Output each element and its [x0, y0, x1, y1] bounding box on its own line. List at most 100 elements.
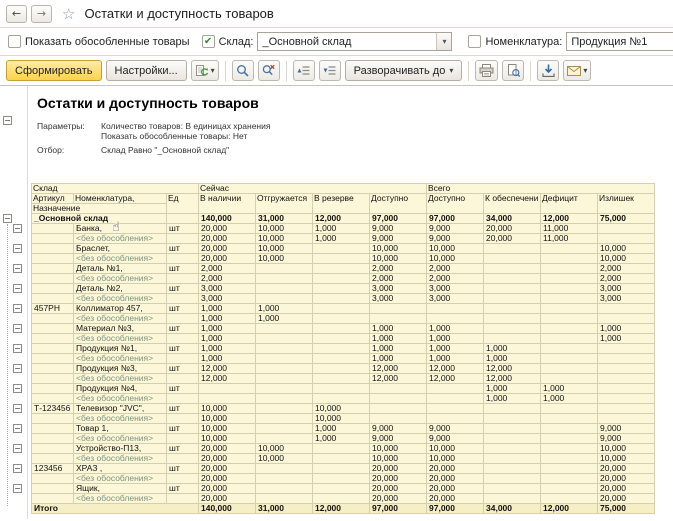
value-cell[interactable]	[312, 303, 370, 314]
value-cell[interactable]	[369, 413, 427, 424]
table-row[interactable]: Материал №3, шт 1,000 1,000 1,000 1,000	[31, 323, 655, 334]
column-header-purpose[interactable]: Назначение	[31, 203, 167, 214]
value-cell[interactable]: 31,000	[255, 213, 313, 224]
value-cell[interactable]: 10,000	[369, 453, 427, 464]
column-group-now[interactable]: Сейчас	[198, 183, 427, 194]
save-button[interactable]	[537, 60, 560, 81]
unit-cell[interactable]: шт	[166, 483, 199, 494]
value-cell[interactable]: 1,000	[198, 323, 256, 334]
column-header-available-total[interactable]: Доступно	[426, 193, 484, 214]
value-cell[interactable]: 11,000	[540, 233, 598, 244]
table-row[interactable]: <без обособления> 20,000 20,000 20,000 20,00…	[31, 493, 655, 504]
value-cell[interactable]: 140,000	[198, 503, 256, 514]
value-cell[interactable]: 20,000	[597, 493, 655, 504]
purpose-cell[interactable]: <без обособления>	[73, 233, 167, 244]
value-cell[interactable]	[198, 383, 256, 394]
nomenclature-cell[interactable]: Браслет,	[73, 243, 167, 254]
group-collapse-button[interactable]: −	[13, 484, 22, 493]
value-cell[interactable]: 9,000	[369, 233, 427, 244]
table-row[interactable]: <без обособления> 12,000 12,000 12,000 12,00…	[31, 373, 655, 384]
unit-cell[interactable]: шт	[166, 263, 199, 274]
value-cell[interactable]	[255, 263, 313, 274]
purpose-cell[interactable]: <без обособления>	[73, 353, 167, 364]
value-cell[interactable]	[255, 333, 313, 344]
value-cell[interactable]: 3,000	[198, 293, 256, 304]
value-cell[interactable]: 34,000	[483, 503, 541, 514]
value-cell[interactable]: 20,000	[198, 493, 256, 504]
unit-cell[interactable]: шт	[166, 323, 199, 334]
table-row[interactable]: <без обособления> 1,000 1,000 1,000 1,000	[31, 333, 655, 344]
table-row[interactable]: Продукция №1, шт 1,000 1,000 1,000 1,000	[31, 343, 655, 354]
value-cell[interactable]	[312, 283, 370, 294]
value-cell[interactable]: 10,000	[255, 253, 313, 264]
value-cell[interactable]: 97,000	[426, 213, 484, 224]
nomenclature-cell[interactable]: Устройство-П13,	[73, 443, 167, 454]
article-cell[interactable]	[31, 273, 74, 284]
table-row[interactable]: <без обособления> 20,000 20,000 20,000 20,00…	[31, 473, 655, 484]
article-cell[interactable]	[31, 293, 74, 304]
value-cell[interactable]	[540, 283, 598, 294]
value-cell[interactable]: 1,000	[426, 323, 484, 334]
purpose-cell[interactable]: <без обособления>	[73, 433, 167, 444]
value-cell[interactable]	[255, 433, 313, 444]
table-row[interactable]: Браслет, шт 20,000 10,000 10,000 10,000 10,000	[31, 243, 655, 254]
value-cell[interactable]: 31,000	[255, 503, 313, 514]
value-cell[interactable]: 9,000	[597, 423, 655, 434]
column-header-unit[interactable]: Ед	[166, 193, 199, 214]
value-cell[interactable]	[483, 413, 541, 424]
value-cell[interactable]: 10,000	[198, 413, 256, 424]
purpose-cell[interactable]: <без обособления>	[73, 373, 167, 384]
unit-cell[interactable]	[166, 393, 199, 404]
value-cell[interactable]	[312, 313, 370, 324]
group-collapse-button[interactable]: −	[13, 224, 22, 233]
value-cell[interactable]: 20,000	[369, 483, 427, 494]
table-row[interactable]: Устройство-П13, шт 20,000 10,000 10,000 10,00…	[31, 443, 655, 454]
value-cell[interactable]: 10,000	[369, 443, 427, 454]
generate-button[interactable]: Сформировать	[6, 60, 102, 81]
report-variants-button[interactable]: ▾	[190, 60, 219, 81]
group-collapse-button[interactable]: −	[13, 404, 22, 413]
nomenclature-cell[interactable]: Ящик,	[73, 483, 167, 494]
value-cell[interactable]: 12,000	[483, 373, 541, 384]
table-row[interactable]: Деталь №2, шт 3,000 3,000 3,000 3,000	[31, 283, 655, 294]
value-cell[interactable]: 9,000	[426, 223, 484, 234]
value-cell[interactable]: 1,000	[369, 323, 427, 334]
value-cell[interactable]: 20,000	[426, 473, 484, 484]
value-cell[interactable]: 1,000	[255, 303, 313, 314]
value-cell[interactable]: 1,000	[369, 343, 427, 354]
value-cell[interactable]: 10,000	[198, 433, 256, 444]
value-cell[interactable]	[255, 413, 313, 424]
value-cell[interactable]: 20,000	[369, 463, 427, 474]
unit-cell[interactable]	[166, 233, 199, 244]
value-cell[interactable]	[312, 323, 370, 334]
value-cell[interactable]: 3,000	[198, 283, 256, 294]
value-cell[interactable]: 20,000	[198, 453, 256, 464]
value-cell[interactable]	[540, 353, 598, 364]
value-cell[interactable]	[540, 443, 598, 454]
value-cell[interactable]	[597, 403, 655, 414]
value-cell[interactable]: 12,000	[369, 363, 427, 374]
value-cell[interactable]	[540, 303, 598, 314]
unit-cell[interactable]	[166, 353, 199, 364]
value-cell[interactable]: 10,000	[426, 453, 484, 464]
expand-to-button[interactable]: Разворачивать до ▾	[344, 60, 463, 81]
value-cell[interactable]: 3,000	[426, 293, 484, 304]
unit-cell[interactable]: шт	[166, 243, 199, 254]
value-cell[interactable]	[540, 343, 598, 354]
value-cell[interactable]	[540, 493, 598, 504]
value-cell[interactable]	[369, 393, 427, 404]
column-header-surplus[interactable]: Излишек	[597, 193, 655, 214]
article-cell[interactable]	[31, 343, 74, 354]
value-cell[interactable]	[255, 383, 313, 394]
article-cell[interactable]	[31, 483, 74, 494]
value-cell[interactable]	[369, 303, 427, 314]
group-collapse-button[interactable]: −	[13, 284, 22, 293]
purpose-cell[interactable]: <без обособления>	[73, 293, 167, 304]
value-cell[interactable]: 3,000	[597, 293, 655, 304]
table-row[interactable]: <без обособления> 3,000 3,000 3,000 3,000	[31, 293, 655, 304]
value-cell[interactable]: 1,000	[597, 323, 655, 334]
purpose-cell[interactable]: <без обособления>	[73, 313, 167, 324]
value-cell[interactable]: 10,000	[255, 223, 313, 234]
column-header-warehouse[interactable]: Склад	[31, 183, 199, 194]
value-cell[interactable]	[312, 473, 370, 484]
